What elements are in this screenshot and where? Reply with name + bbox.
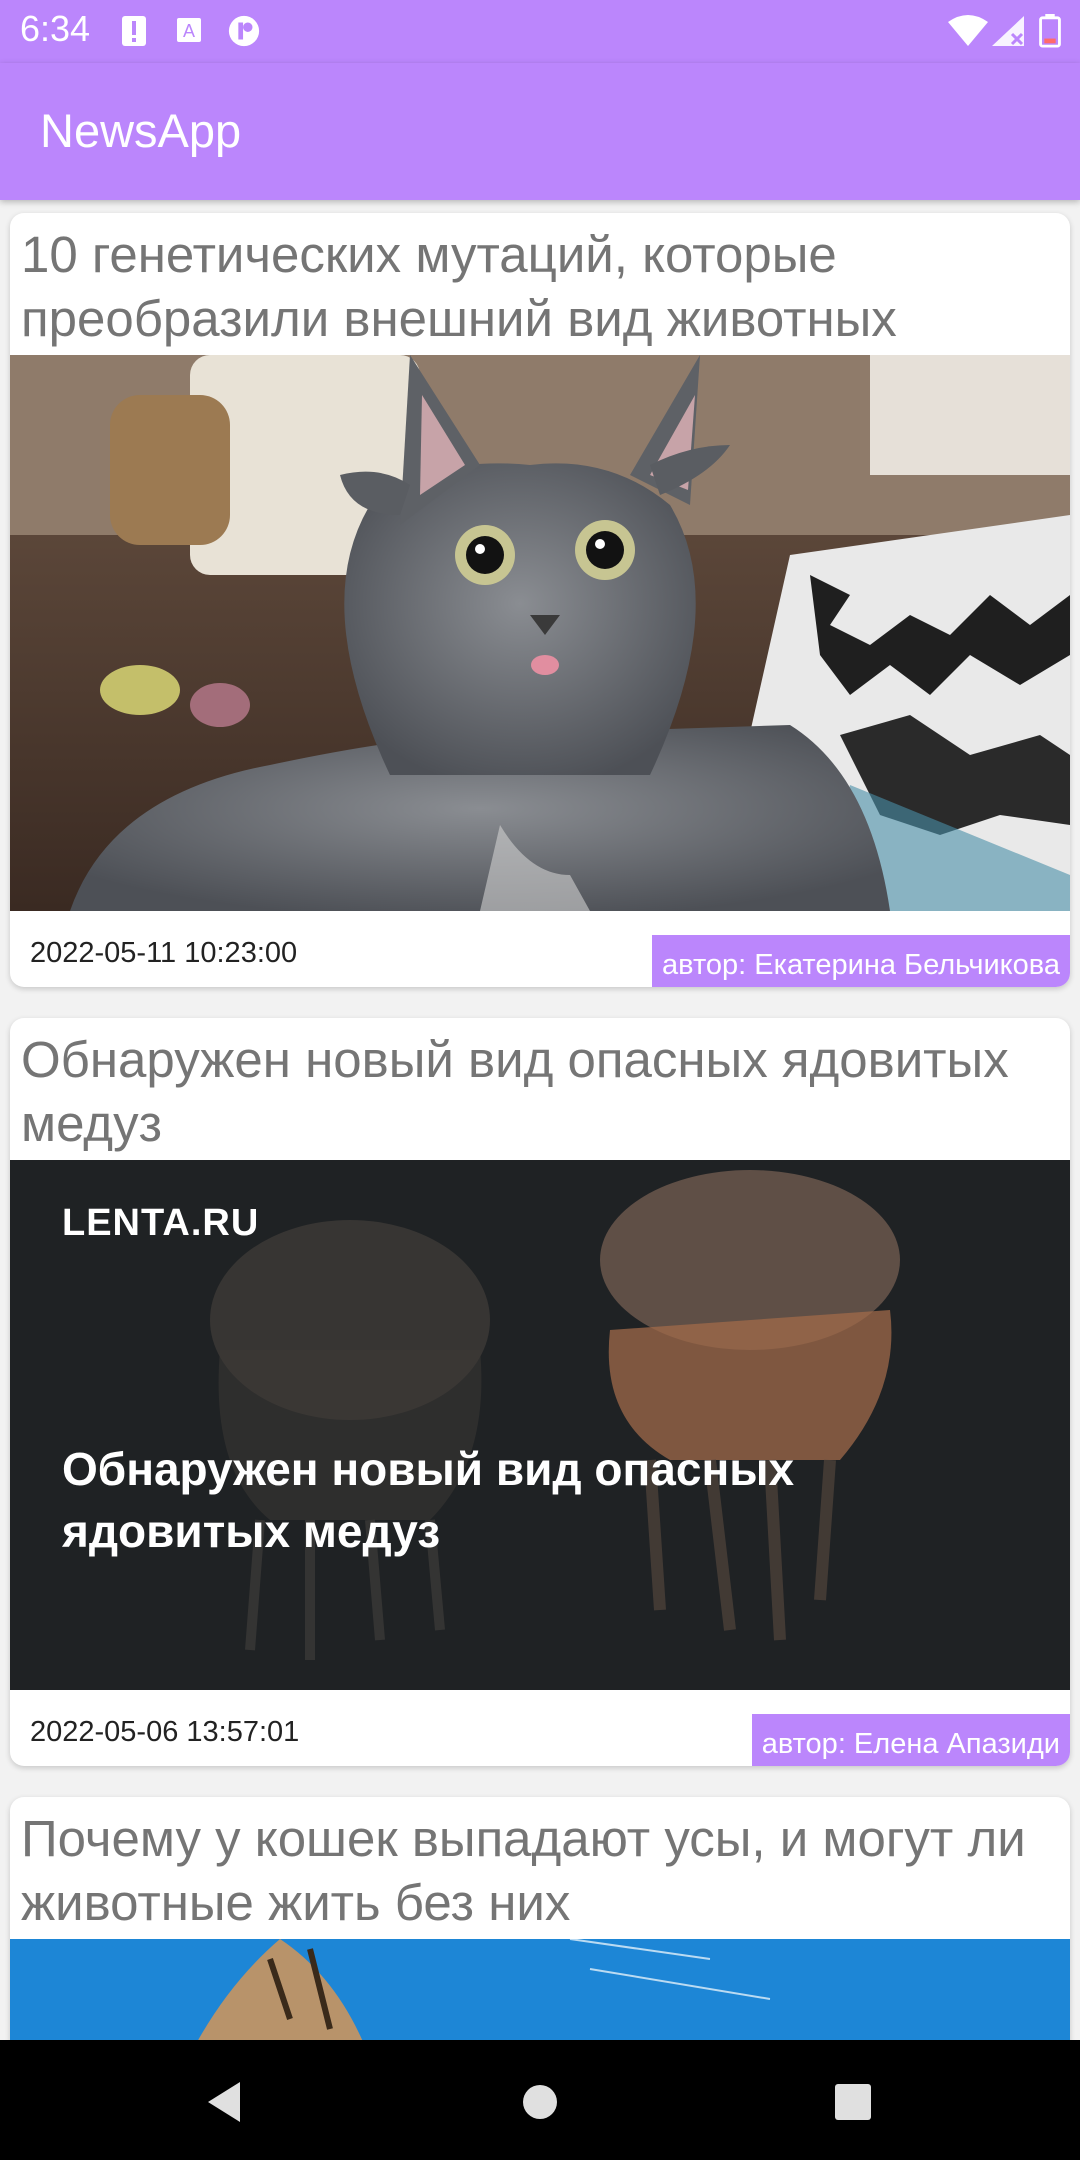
app-title: NewsApp: [40, 104, 242, 157]
news-card-footer: 2022-05-11 10:23:00 автор: Екатерина Бел…: [10, 911, 1070, 987]
cat-whiskers-photo: [10, 1939, 1070, 2040]
news-card-title: 10 генетических мутаций, которые преобра…: [21, 226, 897, 347]
news-card-title: Почему у кошек выпадают усы, и могут ли …: [21, 1810, 1026, 1931]
font-a-icon: A: [177, 18, 201, 42]
image-brand-text: LENTA.RU: [62, 1202, 260, 1244]
app-notification-icon: [228, 15, 260, 47]
status-bar: 6:34 A: [0, 0, 1080, 63]
news-card-image: LENTA.RU Обнаружен новый вид опасных ядо…: [10, 1160, 1070, 1690]
recents-icon[interactable]: [834, 2083, 872, 2121]
alert-icon: [122, 16, 146, 46]
battery-icon: [1039, 14, 1061, 48]
app-bar: NewsApp: [0, 63, 1080, 200]
status-time: 6:34: [20, 8, 91, 49]
news-card-image: [10, 355, 1070, 911]
news-card[interactable]: Почему у кошек выпадают усы, и могут ли …: [10, 1797, 1070, 2040]
image-headline-text: Обнаружен новый вид опасных ядовитых мед…: [62, 1443, 795, 1557]
news-card-date: 2022-05-11 10:23:00: [30, 937, 298, 969]
home-icon[interactable]: [522, 2084, 558, 2120]
news-card-author: автор: Екатерина Бельчикова: [652, 935, 1070, 987]
svg-text:A: A: [183, 21, 195, 41]
back-icon[interactable]: [204, 2080, 244, 2124]
news-feed[interactable]: 10 генетических мутаций, которые преобра…: [0, 200, 1080, 2040]
system-nav-bar: [0, 2040, 1080, 2160]
wifi-icon: [948, 15, 988, 46]
cat-photo: [10, 355, 1070, 911]
news-card-date: 2022-05-06 13:57:01: [30, 1716, 300, 1748]
news-card[interactable]: Обнаружен новый вид опасных ядовитых мед…: [10, 1018, 1070, 1766]
news-card-footer: 2022-05-06 13:57:01 автор: Елена Апазиди: [10, 1690, 1070, 1766]
news-card-image: [10, 1939, 1070, 2040]
news-card[interactable]: 10 генетических мутаций, которые преобра…: [10, 213, 1070, 987]
news-card-author: автор: Елена Апазиди: [751, 1714, 1070, 1766]
signal-icon: [992, 16, 1024, 46]
news-card-title: Обнаружен новый вид опасных ядовитых мед…: [21, 1031, 1009, 1152]
